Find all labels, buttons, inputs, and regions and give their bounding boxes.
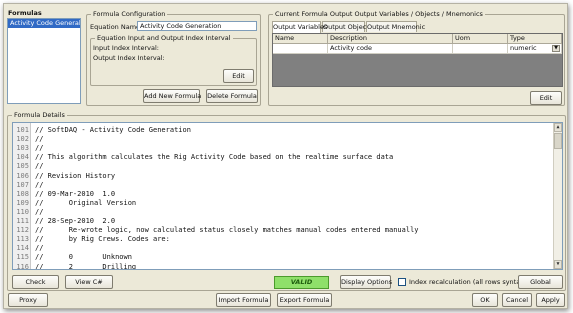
cell-description[interactable]: Activity code xyxy=(328,44,453,54)
scroll-up-icon[interactable]: ▲ xyxy=(554,123,562,132)
add-new-formula-button[interactable]: Add New Formula xyxy=(143,89,201,103)
cell-type[interactable]: numeric ▼ xyxy=(508,44,562,54)
tab-output-variables[interactable]: Output Variables xyxy=(272,21,327,33)
output-variables-grid[interactable]: Name Description Uom Type ActivityCode A… xyxy=(272,33,563,87)
proxy-button[interactable]: Proxy xyxy=(8,293,48,307)
formula-configuration-title: Formula Configuration xyxy=(91,10,168,19)
column-header-type[interactable]: Type xyxy=(508,34,562,44)
formula-item-activity-code[interactable]: Activity Code General xyxy=(8,19,80,28)
line-number: 116 xyxy=(16,262,29,270)
column-header-description[interactable]: Description xyxy=(328,34,453,44)
global-button[interactable]: Global xyxy=(518,275,563,289)
view-csharp-button[interactable]: View C# xyxy=(65,275,113,289)
formula-details-title: Formula Details xyxy=(12,111,67,120)
code-line[interactable]: // This algorithm calculates the Rig Act… xyxy=(35,152,393,162)
output-variables-title: Current Formula Output Output Variables … xyxy=(273,10,485,19)
scroll-down-icon[interactable]: ▼ xyxy=(554,260,562,269)
tab-output-objects[interactable]: Output Objects xyxy=(322,21,372,32)
formulas-label: Formulas xyxy=(8,9,42,17)
table-row[interactable]: ActivityCode Activity code numeric ▼ xyxy=(273,44,562,54)
column-header-name[interactable]: Name xyxy=(273,34,328,44)
input-index-label: Input Index Interval: xyxy=(93,44,159,52)
index-recalculation-label: Index recalculation (all rows syntax) xyxy=(409,278,527,286)
ok-button[interactable]: OK xyxy=(472,293,498,307)
formulas-list[interactable]: Activity Code General xyxy=(7,18,81,104)
formula-configuration-group: Formula Configuration Equation Name: Act… xyxy=(86,10,261,106)
code-line[interactable]: // Revision History xyxy=(35,171,115,181)
code-line[interactable]: // SoftDAQ - Activity Code Generation xyxy=(35,125,191,135)
formula-details-group: Formula Details 101// SoftDAQ - Activity… xyxy=(7,111,566,291)
equation-name-field[interactable]: Activity Code Generation xyxy=(137,21,257,31)
export-formula-button[interactable]: Export Formula xyxy=(277,293,332,307)
tab-output-mnemonic[interactable]: Output Mnemonic xyxy=(366,21,425,32)
index-recalculation-checkbox[interactable] xyxy=(398,278,406,286)
validation-status-badge: VALID xyxy=(274,276,329,289)
cell-uom[interactable] xyxy=(453,44,508,54)
code-line[interactable]: // 2 Drilling xyxy=(35,262,136,270)
formula-editor-window: Formulas Activity Code General Formula C… xyxy=(3,3,568,309)
output-tabs: Output Variables Output Objects Output M… xyxy=(272,21,472,33)
delete-formula-button[interactable]: Delete Formula xyxy=(206,89,258,103)
scroll-thumb[interactable] xyxy=(554,133,562,149)
code-vertical-scrollbar[interactable]: ▲ ▼ xyxy=(553,123,562,269)
import-formula-button[interactable]: Import Formula xyxy=(216,293,271,307)
display-options-button[interactable]: Display Options xyxy=(340,275,392,289)
code-line[interactable]: // by Rig Crews. Codes are: xyxy=(35,234,170,244)
cancel-button[interactable]: Cancel xyxy=(502,293,532,307)
formula-code-editor[interactable]: 101// SoftDAQ - Activity Code Generation… xyxy=(12,122,563,270)
index-interval-group: Equation Input and Output Index Interval… xyxy=(90,34,257,86)
grid-header-row: Name Description Uom Type xyxy=(273,34,562,44)
column-header-uom[interactable]: Uom xyxy=(453,34,508,44)
output-index-label: Output Index Interval: xyxy=(93,54,165,62)
equation-name-label: Equation Name: xyxy=(90,23,143,31)
edit-interval-button[interactable]: Edit xyxy=(223,69,254,83)
code-line[interactable]: // Original Version xyxy=(35,198,136,208)
output-variables-group: Current Formula Output Output Variables … xyxy=(268,10,565,106)
cell-type-value: numeric xyxy=(510,44,537,52)
edit-output-button[interactable]: Edit xyxy=(530,91,562,105)
check-button[interactable]: Check xyxy=(12,275,59,289)
cell-name[interactable]: ActivityCode xyxy=(273,44,328,54)
type-dropdown-icon[interactable]: ▼ xyxy=(552,45,560,52)
apply-button[interactable]: Apply xyxy=(536,293,565,307)
index-interval-title: Equation Input and Output Index Interval xyxy=(95,34,233,43)
